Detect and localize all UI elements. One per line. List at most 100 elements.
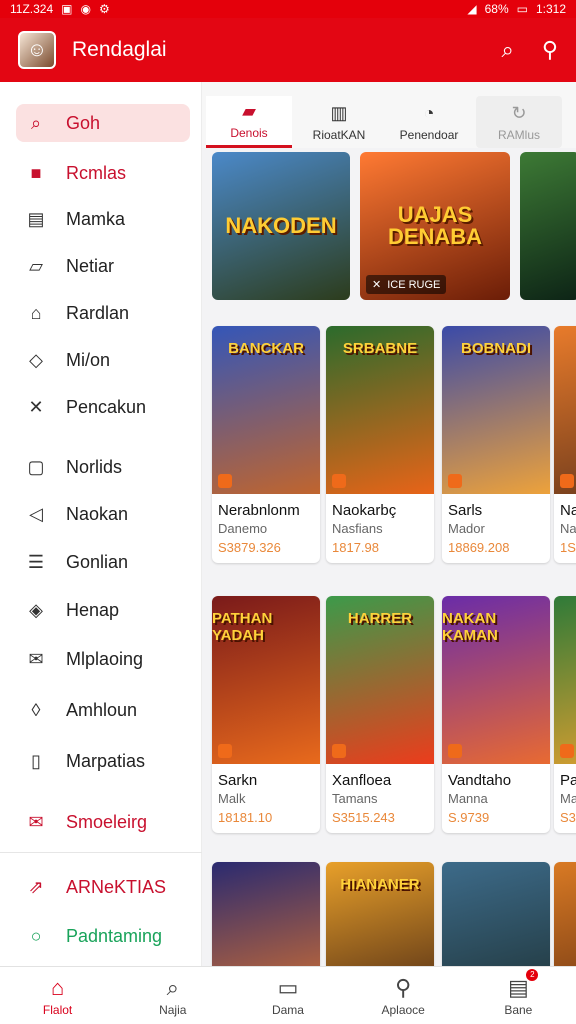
tab-4[interactable]: ↻ RAMlus (476, 96, 562, 148)
nav-search[interactable]: ⌕ Najia (123, 975, 223, 1017)
platform-badge-icon (448, 474, 462, 488)
game-card[interactable] (554, 862, 576, 966)
game-cover-art (442, 862, 550, 966)
game-cover-art (212, 862, 320, 966)
red-square-icon: ■ (30, 162, 42, 183)
tab-3[interactable]: ◔ Penendoar (386, 96, 472, 148)
featured-banner[interactable] (520, 152, 576, 300)
chat-icon: ▢ (27, 456, 45, 477)
sidebar-item-11[interactable]: ◈ Henap (16, 591, 190, 629)
nav-home[interactable]: ⌂ Flalot (8, 975, 108, 1017)
sidebar-item-label: Naokan (66, 503, 129, 524)
card-title: Vandtaho (448, 772, 512, 789)
nav-label: Dama (271, 1002, 304, 1017)
card-title: Xanfloea (332, 772, 392, 789)
avatar[interactable]: ☺ (18, 31, 56, 69)
sidebar-item-8[interactable]: ▢ Norlids (16, 448, 190, 486)
tab-2[interactable]: ▥ RioatKAN (296, 96, 382, 148)
sidebar-item-14[interactable]: ▯ Marpatias (16, 742, 190, 780)
featured-banner[interactable]: NAKODEN (212, 152, 350, 300)
sidebar-item-5[interactable]: ⌂ Rardlan (16, 294, 190, 332)
card-sub: Manna (448, 791, 488, 806)
card-title: Sarkn (218, 772, 258, 789)
bottom-nav: ⌂ Flalot ⌕ Najia ▭ Dama ⚲ Aplaoce ▤ 2 Ba… (0, 966, 576, 1024)
search-icon[interactable]: ⌕ (502, 37, 514, 63)
pin-icon: ◊ (31, 699, 41, 720)
game-card[interactable]: BANCKAR Nerabnlonm Danemo S3879.326 (212, 326, 320, 563)
game-card[interactable] (442, 862, 550, 966)
platform-badge-icon (560, 474, 574, 488)
game-card[interactable]: BL Panba Mamio S312 (554, 596, 576, 833)
ticket-icon: ▰ (242, 101, 256, 121)
game-card[interactable]: HARRER Xanfloea Tamans S3515.243 (326, 596, 434, 833)
game-cover-art: BANCKAR (212, 326, 320, 494)
card-sub: Malk (218, 791, 246, 806)
nav-label: Bane (504, 1002, 533, 1017)
account-icon[interactable]: ⚲ (542, 37, 558, 63)
sidebar-item-4[interactable]: ▱ Netiar (16, 247, 190, 285)
sidebar-item-13[interactable]: ◊ Amhloun (16, 691, 190, 729)
bell-icon: ▤ (507, 974, 529, 1000)
ticket-icon: ⌂ (30, 302, 42, 323)
nav-account[interactable]: ⚲ Aplaoce (353, 975, 453, 1017)
sidebar-item-label: Netiar (66, 255, 115, 276)
game-card[interactable]: BOBNADI Sarls Mador 18869.208 (442, 326, 550, 563)
game-cover-art: NAKAN KAMAN (442, 596, 550, 764)
game-cover-art: BOBNADI (442, 326, 550, 494)
banner-art (520, 152, 576, 300)
platform-badge-icon (218, 744, 232, 758)
sidebar-item-search[interactable]: ⌕ Goh (16, 104, 190, 142)
card-price: 1817.98 (332, 540, 379, 555)
tab-1[interactable]: ▰ Denois (206, 96, 292, 148)
sidebar-item-6[interactable]: ◇ Mi/on (16, 341, 190, 379)
game-card[interactable] (212, 862, 320, 966)
card-price: 1S (560, 540, 576, 555)
nav-label: Flalot (42, 1002, 73, 1017)
card-sub: Tamans (332, 791, 378, 806)
cover-title-text: BANCKAR (228, 340, 304, 357)
card-sub: Mador (448, 521, 485, 536)
refresh-icon: ↻ (511, 102, 527, 123)
sidebar-item-label: Gonlian (66, 551, 129, 572)
sidebar-item-15[interactable]: ✉ Smoeleirg (16, 803, 190, 841)
sidebar-item-10[interactable]: ☰ Gonlian (16, 543, 190, 581)
game-card[interactable]: SRBABNE Naokarbç Nasfians 1817.98 (326, 326, 434, 563)
sidebar-item-12[interactable]: ✉ Mlplaoing (16, 640, 190, 678)
battery-icon: ▭ (516, 2, 528, 16)
card-sub: Nasfians (332, 521, 383, 536)
platform-badge-icon (560, 744, 574, 758)
sidebar-item-9[interactable]: ◁ Naokan (16, 495, 190, 533)
nav-wallet[interactable]: ▭ Dama (238, 975, 338, 1017)
tab-label: Denois (230, 126, 268, 140)
nav-notifications[interactable]: ▤ 2 Bane (468, 968, 568, 1017)
tag-icon: ◈ (29, 599, 43, 620)
app-bar: ☺ Rendaglai ⌕ ⚲ (0, 18, 576, 82)
banner-art: NAKODEN (212, 152, 350, 300)
game-card[interactable]: PATHAN YADAH Sarkn Malk 18181.10 (212, 596, 320, 833)
game-card[interactable]: Na Na 1S (554, 326, 576, 563)
sidebar-item-label: Rcmlas (66, 162, 127, 183)
sidebar-item-3[interactable]: ▤ Mamka (16, 200, 190, 238)
sidebar: ⌕ Goh ■ Rcmlas ▤ Mamka ▱ Netiar ⌂ Rardla… (0, 82, 202, 966)
sidebar-item-16[interactable]: ⇗ ARNeKTIAS (16, 868, 190, 906)
tab-label: RioatKAN (312, 127, 366, 142)
status-bar: 11Z.324 ▣ ◉ ⚙ ◢ 68% ▭ 1:312 (0, 0, 576, 18)
card-price: S3515.243 (332, 810, 395, 825)
featured-banner[interactable]: UAJAS DENABA ✕ ICE RUGE (360, 152, 510, 300)
sidebar-item-label: Goh (66, 112, 101, 133)
card-price: 18869.208 (448, 540, 510, 555)
sidebar-item-7[interactable]: ✕ Pencakun (16, 388, 190, 426)
sidebar-item-17[interactable]: ○ Padntaming (16, 917, 190, 955)
camera-icon: ◉ (80, 2, 91, 16)
sidebar-item-2[interactable]: ■ Rcmlas (16, 154, 190, 192)
sidebar-item-label: ARNeKTIAS (66, 876, 167, 897)
game-card[interactable]: HIANANER (326, 862, 434, 966)
sidebar-item-label: Pencakun (66, 396, 147, 417)
cover-title-text: NAKAN KAMAN (442, 610, 498, 644)
crossed-swords-icon: ✕ (372, 279, 382, 291)
game-card[interactable]: NAKAN KAMAN Vandtaho Manna S.9739 (442, 596, 550, 833)
card-title: Naokarbç (332, 502, 397, 519)
sidebar-item-label: Amhloun (66, 699, 138, 720)
game-cover-art: HARRER (326, 596, 434, 764)
tab-label: RAMlus (497, 127, 540, 142)
